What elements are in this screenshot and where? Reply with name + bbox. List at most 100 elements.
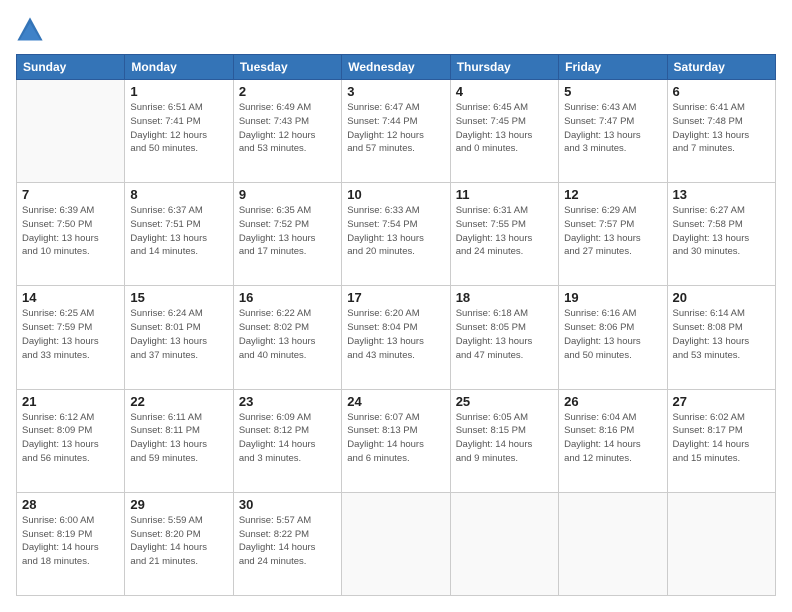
calendar-cell: 22Sunrise: 6:11 AM Sunset: 8:11 PM Dayli… [125,389,233,492]
calendar-week-row: 28 Sunrise: 6:00 AM Sunset: 8:19 PM Dayli… [17,492,776,595]
calendar-cell: 17 Sunrise: 6:20 AM Sunset: 8:04 PM Dayli… [342,286,450,389]
day-info: Sunrise: 6:12 AM Sunset: 8:09 PM Dayligh… [22,411,119,466]
calendar-cell: 29 Sunrise: 5:59 AM Sunset: 8:20 PM Dayli… [125,492,233,595]
day-number: 3 [347,84,444,99]
calendar-cell: 25Sunrise: 6:05 AM Sunset: 8:15 PM Dayli… [450,389,558,492]
day-info: Sunrise: 6:09 AM Sunset: 8:12 PM Dayligh… [239,411,336,466]
day-number: 22 [130,394,227,409]
day-info: Sunrise: 6:37 AM Sunset: 7:51 PM Dayligh… [130,204,227,259]
day-number: 20 [673,290,770,305]
calendar-cell: 10 Sunrise: 6:33 AM Sunset: 7:54 PM Dayli… [342,183,450,286]
calendar-cell: 27 Sunrise: 6:02 AM Sunset: 8:17 PM Dayli… [667,389,775,492]
day-number: 1 [130,84,227,99]
calendar-cell: 8 Sunrise: 6:37 AM Sunset: 7:51 PM Daylig… [125,183,233,286]
day-info: Sunrise: 6:27 AM Sunset: 7:58 PM Dayligh… [673,204,770,259]
day-number: 25 [456,394,553,409]
calendar-cell: 13 Sunrise: 6:27 AM Sunset: 7:58 PM Dayli… [667,183,775,286]
day-number: 4 [456,84,553,99]
calendar-header-row: SundayMondayTuesdayWednesdayThursdayFrid… [17,55,776,80]
day-info: Sunrise: 6:20 AM Sunset: 8:04 PM Dayligh… [347,307,444,362]
calendar-table: SundayMondayTuesdayWednesdayThursdayFrid… [16,54,776,596]
calendar-header-saturday: Saturday [667,55,775,80]
calendar-week-row: 7 Sunrise: 6:39 AM Sunset: 7:50 PM Daylig… [17,183,776,286]
day-number: 18 [456,290,553,305]
calendar-cell: 5 Sunrise: 6:43 AM Sunset: 7:47 PM Daylig… [559,80,667,183]
day-info: Sunrise: 6:16 AM Sunset: 8:06 PM Dayligh… [564,307,661,362]
calendar-cell: 6 Sunrise: 6:41 AM Sunset: 7:48 PM Daylig… [667,80,775,183]
calendar-week-row: 21 Sunrise: 6:12 AM Sunset: 8:09 PM Dayli… [17,389,776,492]
calendar-cell [342,492,450,595]
calendar-cell: 12 Sunrise: 6:29 AM Sunset: 7:57 PM Dayli… [559,183,667,286]
calendar-header-wednesday: Wednesday [342,55,450,80]
calendar-cell [450,492,558,595]
calendar-cell: 26 Sunrise: 6:04 AM Sunset: 8:16 PM Dayli… [559,389,667,492]
day-info: Sunrise: 6:14 AM Sunset: 8:08 PM Dayligh… [673,307,770,362]
calendar-cell: 15 Sunrise: 6:24 AM Sunset: 8:01 PM Dayli… [125,286,233,389]
day-number: 24 [347,394,444,409]
day-info: Sunrise: 6:02 AM Sunset: 8:17 PM Dayligh… [673,411,770,466]
calendar-cell: 4 Sunrise: 6:45 AM Sunset: 7:45 PM Daylig… [450,80,558,183]
day-number: 27 [673,394,770,409]
calendar-header-sunday: Sunday [17,55,125,80]
day-number: 21 [22,394,119,409]
day-number: 14 [22,290,119,305]
day-info: Sunrise: 6:00 AM Sunset: 8:19 PM Dayligh… [22,514,119,569]
day-info: Sunrise: 6:41 AM Sunset: 7:48 PM Dayligh… [673,101,770,156]
day-info: Sunrise: 6:04 AM Sunset: 8:16 PM Dayligh… [564,411,661,466]
day-number: 15 [130,290,227,305]
day-info: Sunrise: 6:31 AM Sunset: 7:55 PM Dayligh… [456,204,553,259]
calendar-week-row: 1 Sunrise: 6:51 AM Sunset: 7:41 PM Daylig… [17,80,776,183]
calendar-week-row: 14Sunrise: 6:25 AM Sunset: 7:59 PM Dayli… [17,286,776,389]
header [16,16,776,44]
calendar-cell: 1 Sunrise: 6:51 AM Sunset: 7:41 PM Daylig… [125,80,233,183]
day-info: Sunrise: 6:24 AM Sunset: 8:01 PM Dayligh… [130,307,227,362]
day-number: 2 [239,84,336,99]
day-number: 9 [239,187,336,202]
calendar-cell: 20 Sunrise: 6:14 AM Sunset: 8:08 PM Dayli… [667,286,775,389]
day-info: Sunrise: 6:39 AM Sunset: 7:50 PM Dayligh… [22,204,119,259]
day-info: Sunrise: 6:22 AM Sunset: 8:02 PM Dayligh… [239,307,336,362]
day-number: 7 [22,187,119,202]
calendar-cell: 23 Sunrise: 6:09 AM Sunset: 8:12 PM Dayli… [233,389,341,492]
day-info: Sunrise: 6:18 AM Sunset: 8:05 PM Dayligh… [456,307,553,362]
day-number: 19 [564,290,661,305]
day-number: 23 [239,394,336,409]
calendar-header-tuesday: Tuesday [233,55,341,80]
calendar-cell: 19 Sunrise: 6:16 AM Sunset: 8:06 PM Dayli… [559,286,667,389]
day-number: 26 [564,394,661,409]
day-info: Sunrise: 6:51 AM Sunset: 7:41 PM Dayligh… [130,101,227,156]
day-number: 13 [673,187,770,202]
day-info: Sunrise: 6:07 AM Sunset: 8:13 PM Dayligh… [347,411,444,466]
calendar-cell: 21 Sunrise: 6:12 AM Sunset: 8:09 PM Dayli… [17,389,125,492]
day-number: 29 [130,497,227,512]
logo-icon [16,16,44,44]
calendar-cell: 3 Sunrise: 6:47 AM Sunset: 7:44 PM Daylig… [342,80,450,183]
day-number: 30 [239,497,336,512]
day-info: Sunrise: 6:49 AM Sunset: 7:43 PM Dayligh… [239,101,336,156]
day-number: 5 [564,84,661,99]
day-number: 8 [130,187,227,202]
calendar-cell: 11 Sunrise: 6:31 AM Sunset: 7:55 PM Dayli… [450,183,558,286]
day-info: Sunrise: 6:43 AM Sunset: 7:47 PM Dayligh… [564,101,661,156]
day-info: Sunrise: 5:59 AM Sunset: 8:20 PM Dayligh… [130,514,227,569]
day-number: 17 [347,290,444,305]
day-info: Sunrise: 6:33 AM Sunset: 7:54 PM Dayligh… [347,204,444,259]
calendar-cell: 14Sunrise: 6:25 AM Sunset: 7:59 PM Dayli… [17,286,125,389]
day-info: Sunrise: 6:45 AM Sunset: 7:45 PM Dayligh… [456,101,553,156]
calendar-cell: 30Sunrise: 5:57 AM Sunset: 8:22 PM Dayli… [233,492,341,595]
day-number: 12 [564,187,661,202]
calendar-cell [559,492,667,595]
day-info: Sunrise: 6:29 AM Sunset: 7:57 PM Dayligh… [564,204,661,259]
logo [16,16,48,44]
day-info: Sunrise: 6:47 AM Sunset: 7:44 PM Dayligh… [347,101,444,156]
day-number: 6 [673,84,770,99]
day-number: 10 [347,187,444,202]
calendar-cell: 9Sunrise: 6:35 AM Sunset: 7:52 PM Daylig… [233,183,341,286]
calendar-cell: 18 Sunrise: 6:18 AM Sunset: 8:05 PM Dayli… [450,286,558,389]
day-number: 11 [456,187,553,202]
calendar-cell [667,492,775,595]
day-number: 28 [22,497,119,512]
calendar-cell: 24 Sunrise: 6:07 AM Sunset: 8:13 PM Dayli… [342,389,450,492]
day-number: 16 [239,290,336,305]
calendar-cell: 2 Sunrise: 6:49 AM Sunset: 7:43 PM Daylig… [233,80,341,183]
